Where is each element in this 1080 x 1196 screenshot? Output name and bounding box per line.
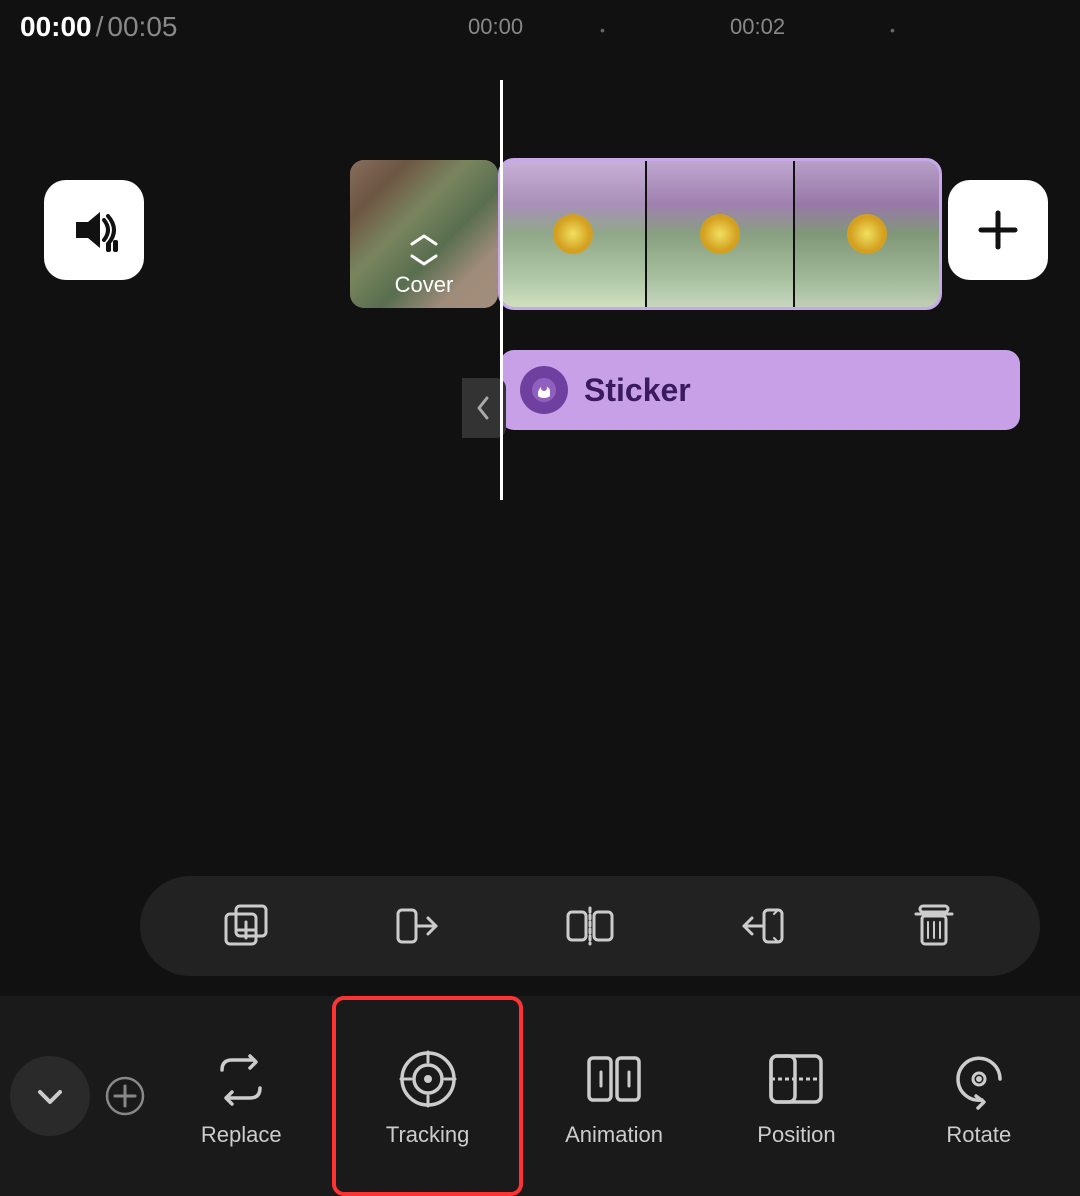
- time-total: 00:05: [107, 11, 177, 43]
- nav-item-animation[interactable]: Animation: [523, 996, 705, 1196]
- out-animation-button[interactable]: [727, 891, 797, 961]
- nav-chevron-button[interactable]: [10, 1056, 90, 1136]
- rotate-icon: [944, 1044, 1014, 1114]
- time-current: 00:00: [20, 11, 92, 43]
- toolbar-strip: [140, 876, 1040, 976]
- tracking-icon: [393, 1044, 463, 1114]
- timeline-area: Cover: [0, 80, 1080, 500]
- replace-icon: [206, 1044, 276, 1114]
- cover-thumbnail[interactable]: Cover: [350, 160, 498, 308]
- position-icon: [761, 1044, 831, 1114]
- timeline-header: 00:00 / 00:05: [0, 0, 1080, 50]
- bottom-nav: Replace Tracking Animatio: [0, 996, 1080, 1196]
- sticker-track-label: Sticker: [584, 372, 691, 409]
- position-label: Position: [757, 1122, 835, 1148]
- add-clip-button[interactable]: [948, 180, 1048, 280]
- cover-arrows-icon: [406, 232, 442, 268]
- in-animation-button[interactable]: [383, 891, 453, 961]
- nav-item-tracking[interactable]: Tracking: [332, 996, 522, 1196]
- nav-item-position[interactable]: Position: [705, 996, 887, 1196]
- delete-button[interactable]: [899, 891, 969, 961]
- time-separator: /: [96, 11, 104, 43]
- tracking-label: Tracking: [386, 1122, 470, 1148]
- rotate-label: Rotate: [946, 1122, 1011, 1148]
- sticker-track-icon: [520, 366, 568, 414]
- animation-label: Animation: [565, 1122, 663, 1148]
- split-button[interactable]: [555, 891, 625, 961]
- sticker-track[interactable]: Sticker: [500, 350, 1020, 430]
- video-strip-border: [498, 158, 942, 310]
- animation-icon: [579, 1044, 649, 1114]
- volume-button[interactable]: [44, 180, 144, 280]
- playhead: [500, 80, 503, 500]
- replace-label: Replace: [201, 1122, 282, 1148]
- nav-item-replace[interactable]: Replace: [150, 996, 332, 1196]
- duplicate-button[interactable]: [211, 891, 281, 961]
- nav-item-rotate[interactable]: Rotate: [888, 996, 1070, 1196]
- nav-add-button[interactable]: [100, 1074, 150, 1118]
- cover-label: Cover: [395, 272, 454, 298]
